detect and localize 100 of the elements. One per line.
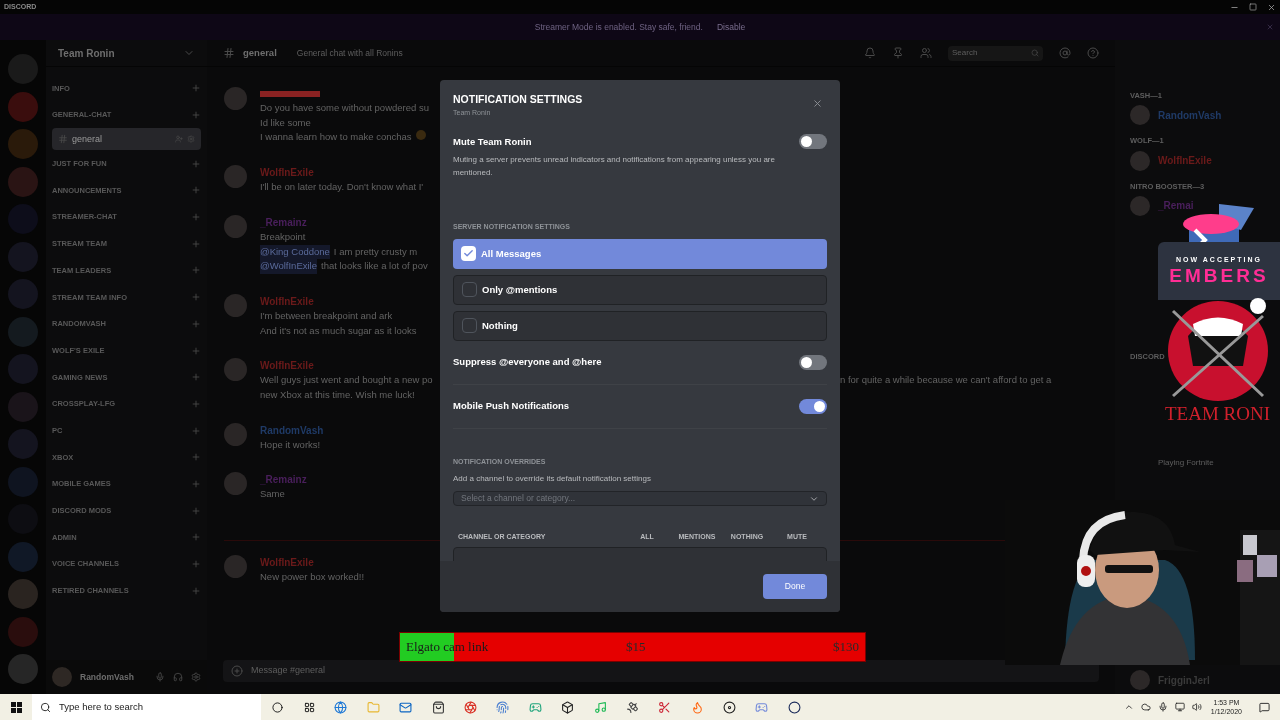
add-channel-icon[interactable] [191,532,201,543]
add-channel-icon[interactable] [191,212,201,223]
add-channel-icon[interactable] [191,265,201,276]
gamepad-icon[interactable] [755,700,769,714]
circle-icon[interactable] [787,700,801,714]
close-icon[interactable] [812,98,823,109]
cortana-icon[interactable] [272,701,283,713]
flame-icon[interactable] [690,700,704,714]
server-icon[interactable] [8,129,38,159]
add-channel-icon[interactable] [191,110,201,121]
add-channel-icon[interactable] [191,292,201,303]
add-channel-icon[interactable] [191,185,201,196]
channel-item[interactable]: general [52,128,201,151]
message-author[interactable]: _Remainz [260,214,307,230]
member-avatar[interactable] [1130,150,1150,171]
mention-link[interactable]: @WolfInExile [260,259,317,274]
invite-icon[interactable] [175,135,183,144]
server-icon[interactable] [8,316,38,347]
mail-icon[interactable] [399,700,413,714]
pin-icon[interactable] [892,47,904,59]
user-avatar[interactable] [224,293,247,317]
add-channel-icon[interactable] [191,318,201,329]
bag-icon[interactable] [431,700,445,714]
add-channel-icon[interactable] [191,238,201,249]
chevron-up-icon[interactable] [1123,702,1134,712]
server-icon[interactable] [8,429,38,459]
gamepad-icon[interactable] [528,700,542,714]
network-icon[interactable] [1174,702,1185,712]
server-icon[interactable] [8,91,38,122]
add-channel-icon[interactable] [191,398,201,409]
task-view-icon[interactable] [304,701,315,713]
settings-icon[interactable] [191,672,201,682]
cloud-icon[interactable] [1140,702,1151,712]
member-name[interactable]: WolfInExile [1158,153,1212,168]
message-author[interactable]: WolfInExile [260,555,314,571]
toggle-switch[interactable] [799,134,827,150]
server-name[interactable]: Team Ronin [58,45,183,61]
done-button[interactable]: Done [763,574,827,600]
scissors-icon[interactable] [658,700,672,714]
toggle-switch[interactable] [799,354,827,370]
headphones-icon[interactable] [173,672,183,682]
microphone-icon[interactable] [1157,702,1168,712]
user-avatar[interactable] [224,165,247,189]
checkbox[interactable] [462,282,477,298]
user-avatar[interactable] [224,358,247,382]
folder-icon[interactable] [366,700,380,714]
member-avatar[interactable] [1130,195,1150,216]
message-author[interactable]: _Remainz [260,472,307,488]
box-icon[interactable] [561,700,575,714]
maximize-icon[interactable] [1249,3,1257,11]
member-avatar[interactable] [1130,105,1150,126]
checkbox[interactable] [461,246,476,262]
disc-icon[interactable] [723,700,737,714]
help-icon[interactable] [1087,47,1099,59]
toggle-switch[interactable] [799,398,827,414]
add-channel-icon[interactable] [191,345,201,356]
server-icon[interactable] [8,579,38,609]
checkbox[interactable] [462,318,477,334]
member-avatar[interactable] [1130,670,1150,690]
radio-option[interactable]: All Messages [453,238,827,269]
add-channel-icon[interactable] [191,585,201,596]
server-icon[interactable] [8,616,38,647]
add-channel-icon[interactable] [191,372,201,383]
add-channel-icon[interactable] [191,505,201,516]
add-channel-icon[interactable] [191,158,201,169]
message-author[interactable]: RandomVash [260,422,324,438]
add-channel-icon[interactable] [191,559,201,570]
fingerprint-icon[interactable] [496,700,510,714]
add-channel-icon[interactable] [191,452,201,463]
server-icon[interactable] [8,241,38,272]
server-icon[interactable] [8,466,38,497]
taskbar-search-field[interactable]: Type here to search [32,694,261,720]
bell-icon[interactable] [864,47,876,59]
user-avatar[interactable] [224,422,247,446]
message-input[interactable]: Message #general [223,660,1099,682]
message-author[interactable]: WolfInExile [260,165,314,181]
user-avatar[interactable] [224,214,247,238]
notifications-icon[interactable] [1259,701,1270,713]
add-attachment-icon[interactable] [231,665,243,677]
add-channel-icon[interactable] [191,83,201,94]
add-channel-icon[interactable] [191,425,201,436]
member-name[interactable]: RandomVash [1158,107,1222,123]
mention-icon[interactable] [1059,47,1071,59]
message-author[interactable]: WolfInExile [260,293,314,309]
volume-icon[interactable] [1191,702,1202,712]
close-icon[interactable] [1267,2,1276,12]
user-avatar[interactable] [52,667,72,687]
user-avatar[interactable] [224,555,247,579]
mention-link[interactable]: @King Coddone [260,244,330,260]
radio-option[interactable]: Nothing [453,310,827,341]
server-icon[interactable] [8,654,38,684]
globe-icon[interactable] [334,700,348,714]
message-author[interactable]: WolfInExile [260,358,314,374]
server-icon[interactable] [8,166,38,197]
members-icon[interactable] [920,47,932,59]
disable-link[interactable]: Disable [716,20,746,34]
server-icon[interactable] [8,279,38,309]
user-avatar[interactable] [224,472,247,496]
satellite-icon[interactable] [625,700,639,714]
server-icon[interactable] [8,541,38,572]
